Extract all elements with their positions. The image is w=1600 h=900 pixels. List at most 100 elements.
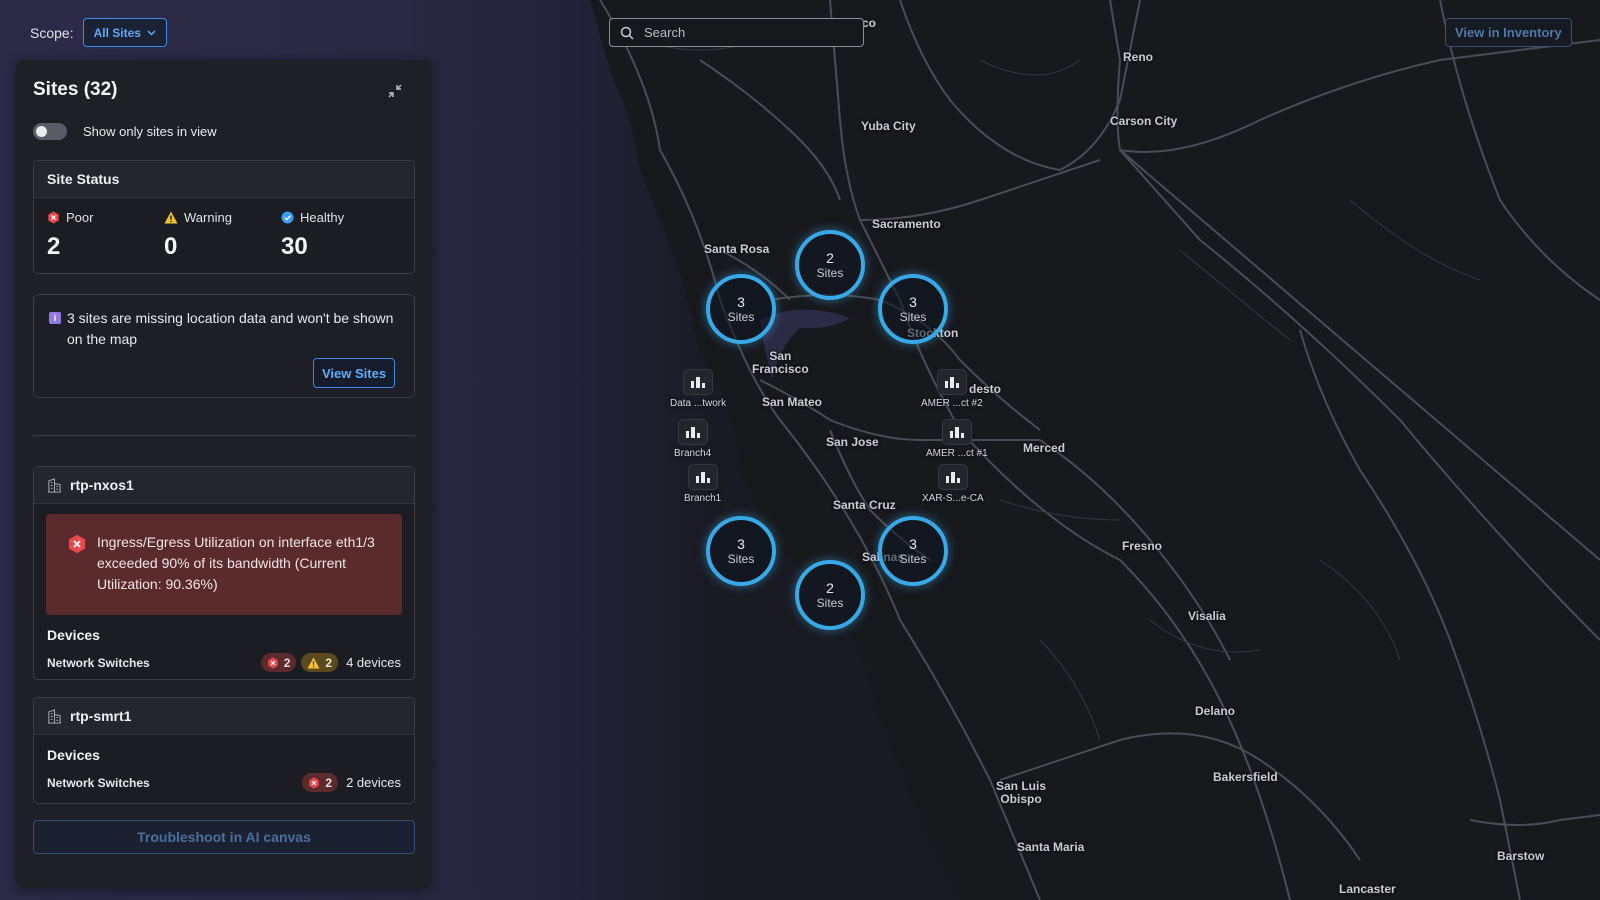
search-box[interactable] <box>609 18 864 47</box>
building-icon <box>683 369 714 395</box>
poor-status-icon <box>309 776 320 789</box>
status-warning[interactable]: Warning 0 <box>164 210 281 261</box>
warning-device-badge: 2 <box>301 653 339 672</box>
cluster-count: 3 <box>737 293 745 310</box>
site-card-rtp-smrt1[interactable]: rtp-smrt1 Devices Network Switches 2 2 d… <box>33 697 415 804</box>
site-pin[interactable]: AMER ...ct #1 <box>926 419 988 459</box>
site-pin[interactable]: AMER ...ct #2 <box>921 369 983 409</box>
building-icon <box>936 369 967 395</box>
device-count: 4 devices <box>346 655 401 670</box>
warning-count: 0 <box>164 233 178 260</box>
cluster-label: Sites <box>816 595 844 610</box>
site-card-header: rtp-nxos1 <box>34 467 414 504</box>
cluster-label: Sites <box>899 309 927 324</box>
site-pin-label: AMER ...ct #2 <box>921 398 983 409</box>
poor-device-badge: 2 <box>260 653 297 672</box>
city-label-santa-rosa: Santa Rosa <box>704 242 770 256</box>
cluster-count: 3 <box>909 535 917 552</box>
warning-badge-count: 2 <box>325 655 333 670</box>
warning-icon <box>307 656 320 669</box>
cluster-label: Sites <box>727 309 755 324</box>
search-icon <box>620 26 634 40</box>
cluster-label: Sites <box>727 551 755 566</box>
city-label-barstow: Barstow <box>1497 849 1545 863</box>
site-card-header: rtp-smrt1 <box>34 698 414 735</box>
show-in-view-label: Show only sites in view <box>83 124 217 139</box>
city-label-reno: Reno <box>1123 50 1153 64</box>
status-poor[interactable]: Poor 2 <box>47 210 164 261</box>
city-label-san-francisco: San Francisco <box>752 349 809 376</box>
site-cluster[interactable]: 3 Sites <box>706 516 776 586</box>
site-cluster[interactable]: 2 Sites <box>795 560 865 630</box>
site-name: rtp-smrt1 <box>70 708 132 724</box>
show-in-view-row: Show only sites in view <box>33 123 217 140</box>
scope-value: All Sites <box>93 25 141 40</box>
poor-badge-count: 2 <box>325 775 333 790</box>
devices-row: Network Switches 2 2 devices <box>34 773 414 792</box>
cluster-label: Sites <box>899 551 927 566</box>
site-pin[interactable]: Data ...twork <box>670 369 726 409</box>
site-pin-label: XAR-S...e-CA <box>922 493 984 504</box>
poor-status-icon <box>267 656 278 669</box>
cluster-label: Sites <box>816 265 844 280</box>
city-label-santa-cruz: Santa Cruz <box>833 498 896 512</box>
alert-message: Ingress/Egress Utilization on interface … <box>97 534 375 592</box>
collapse-icon[interactable] <box>386 82 404 100</box>
healthy-label: Healthy <box>300 210 345 225</box>
site-cluster[interactable]: 3 Sites <box>878 516 948 586</box>
view-in-inventory-button[interactable]: View in Inventory <box>1445 18 1572 47</box>
building-icon <box>941 419 972 445</box>
city-label-bakersfield: Bakersfield <box>1213 770 1278 784</box>
building-icon <box>47 477 62 493</box>
error-icon <box>68 534 86 554</box>
building-icon <box>47 708 62 724</box>
search-input[interactable] <box>644 25 844 40</box>
scope-label: Scope: <box>30 24 74 41</box>
device-type-label: Network Switches <box>47 775 150 790</box>
site-pin-label: Data ...twork <box>670 398 727 409</box>
chevron-down-icon <box>147 29 156 36</box>
site-pin[interactable]: Branch4 <box>674 419 711 459</box>
site-card-rtp-nxos1[interactable]: rtp-nxos1 Ingress/Egress Utilization on … <box>33 466 415 680</box>
cluster-count: 3 <box>737 535 745 552</box>
troubleshoot-ai-canvas-button[interactable]: Troubleshoot in AI canvas <box>33 820 415 854</box>
city-label-san-jose: San Jose <box>826 435 879 449</box>
status-healthy[interactable]: Healthy 30 <box>281 210 398 261</box>
site-pin[interactable]: XAR-S...e-CA <box>922 464 984 504</box>
devices-title: Devices <box>47 747 100 763</box>
cluster-count: 3 <box>909 293 917 310</box>
city-label-merced: Merced <box>1023 441 1066 455</box>
show-in-view-toggle[interactable] <box>33 123 67 140</box>
city-label-san-luis-obispo: San Luis Obispo <box>996 779 1047 806</box>
view-sites-button[interactable]: View Sites <box>313 358 396 388</box>
site-pin-label: Branch4 <box>674 448 712 459</box>
city-label-carson-city: Carson City <box>1110 114 1178 128</box>
city-label-partial-top: co <box>862 16 877 30</box>
site-pin-label: Branch1 <box>684 493 722 504</box>
sites-panel: Sites (32) Show only sites in view Site … <box>16 60 431 888</box>
city-label-yuba-city: Yuba City <box>861 119 916 133</box>
city-label-visalia: Visalia <box>1188 609 1226 623</box>
utilization-alert: Ingress/Egress Utilization on interface … <box>46 514 402 615</box>
site-cluster[interactable]: 3 Sites <box>878 274 948 344</box>
poor-status-icon <box>48 211 59 224</box>
city-label-fresno: Fresno <box>1122 539 1163 553</box>
device-count: 2 devices <box>346 775 401 790</box>
info-icon: i <box>49 312 61 324</box>
poor-device-badge: 2 <box>302 773 339 792</box>
site-cluster[interactable]: 2 Sites <box>795 230 865 300</box>
site-cluster[interactable]: 3 Sites <box>706 274 776 344</box>
healthy-check-icon <box>281 211 294 224</box>
device-type-label: Network Switches <box>47 655 150 670</box>
missing-location-notice: i 3 sites are missing location data and … <box>33 294 415 398</box>
site-pin[interactable]: Branch1 <box>684 464 721 504</box>
city-label-delano: Delano <box>1195 704 1236 718</box>
devices-row: Network Switches 2 2 4 devices <box>34 653 414 672</box>
site-name: rtp-nxos1 <box>70 477 134 493</box>
building-icon <box>937 464 968 490</box>
section-divider <box>33 435 415 436</box>
city-label-lancaster: Lancaster <box>1339 882 1396 896</box>
poor-badge-count: 2 <box>283 655 291 670</box>
scope-dropdown[interactable]: All Sites <box>82 18 167 47</box>
poor-label: Poor <box>66 210 94 225</box>
